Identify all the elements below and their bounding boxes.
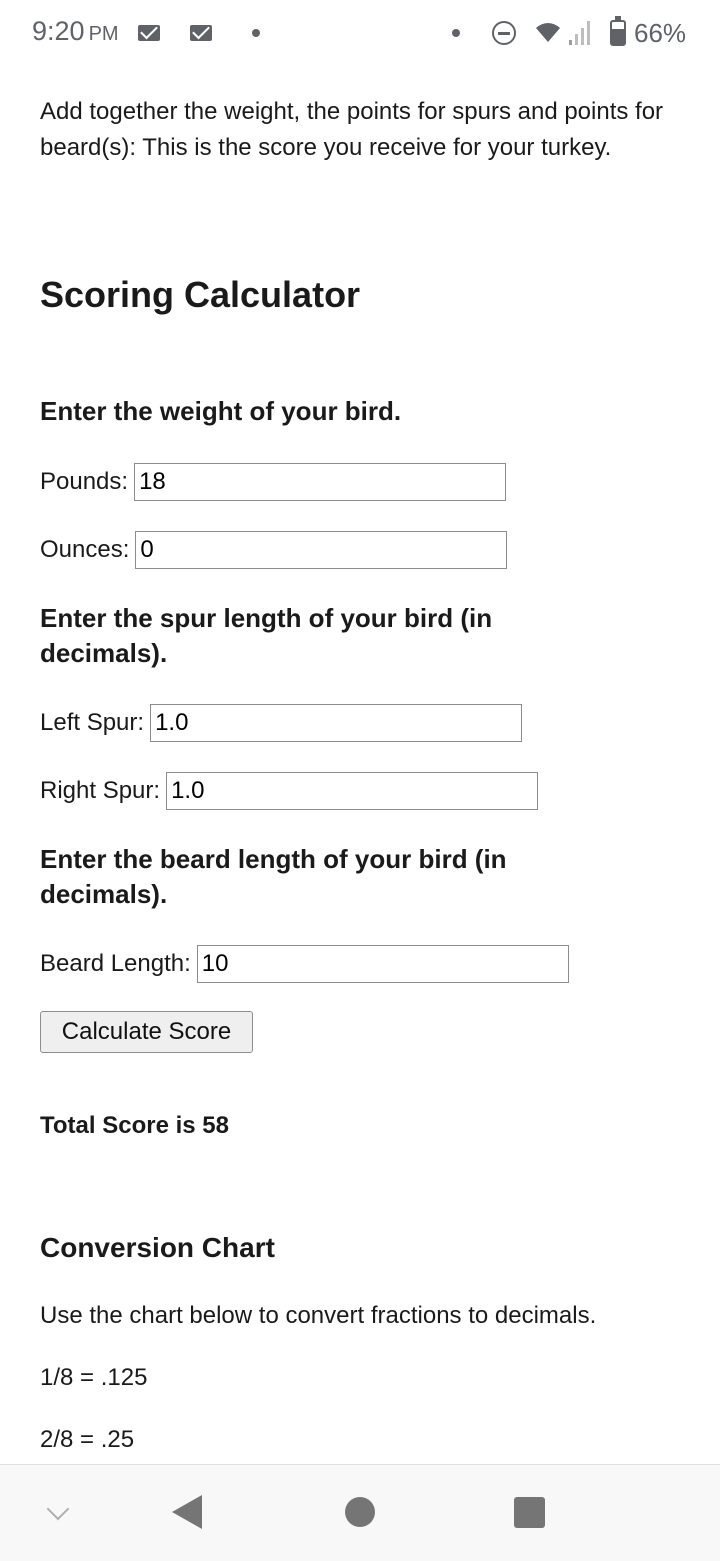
conversion-item: 2/8 = .25 xyxy=(40,1426,135,1453)
recents-icon[interactable] xyxy=(514,1497,545,1528)
total-score: Total Score is 58 xyxy=(40,1112,229,1139)
pounds-label: Pounds: xyxy=(40,468,129,495)
signal-icon xyxy=(569,21,590,45)
ounces-input[interactable] xyxy=(135,531,508,569)
pounds-input[interactable] xyxy=(134,463,507,501)
calculator-title: Scoring Calculator xyxy=(40,274,361,315)
do-not-disturb-icon xyxy=(492,21,516,45)
beard-row: Beard Length: xyxy=(40,943,569,985)
home-icon[interactable] xyxy=(345,1497,375,1527)
battery-icon xyxy=(610,16,626,46)
mail-icon xyxy=(138,25,160,41)
mail-icon xyxy=(190,25,212,41)
ounces-row: Ounces: xyxy=(40,529,508,571)
navigation-bar xyxy=(0,1464,720,1561)
status-time-value: 9:20 xyxy=(32,16,85,46)
left-spur-label: Left Spur: xyxy=(40,709,145,736)
right-spur-row: Right Spur: xyxy=(40,770,539,812)
left-spur-row: Left Spur: xyxy=(40,702,523,744)
beard-heading: Enter the beard length of your bird (in … xyxy=(40,844,507,909)
back-icon[interactable] xyxy=(172,1495,202,1529)
status-bar: 9:20 PM 66% xyxy=(0,0,720,68)
page-content: Add together the weight, the points for … xyxy=(40,94,680,1453)
wifi-icon xyxy=(536,23,560,42)
battery-percent: 66% xyxy=(634,18,687,48)
conversion-item: 1/8 = .125 xyxy=(40,1364,148,1391)
beard-input[interactable] xyxy=(196,945,569,983)
status-time: 9:20 PM xyxy=(32,16,119,47)
beard-label: Beard Length: xyxy=(40,950,191,977)
intro-text: Add together the weight, the points for … xyxy=(40,98,664,161)
conversion-chart-title: Conversion Chart xyxy=(40,1232,275,1263)
chevron-down-icon[interactable] xyxy=(46,1497,70,1521)
notification-dot-icon xyxy=(252,29,260,37)
calculate-score-button[interactable]: Calculate Score xyxy=(40,1011,253,1053)
notification-dot-icon xyxy=(452,29,460,37)
pounds-row: Pounds: xyxy=(40,461,507,503)
right-spur-label: Right Spur: xyxy=(40,777,161,804)
conversion-description: Use the chart below to convert fractions… xyxy=(40,1302,597,1329)
status-time-ampm: PM xyxy=(88,23,119,45)
ounces-label: Ounces: xyxy=(40,536,130,563)
spur-heading: Enter the spur length of your bird (in d… xyxy=(40,603,493,668)
right-spur-input[interactable] xyxy=(166,772,539,810)
weight-heading: Enter the weight of your bird. xyxy=(40,396,402,426)
left-spur-input[interactable] xyxy=(150,704,523,742)
